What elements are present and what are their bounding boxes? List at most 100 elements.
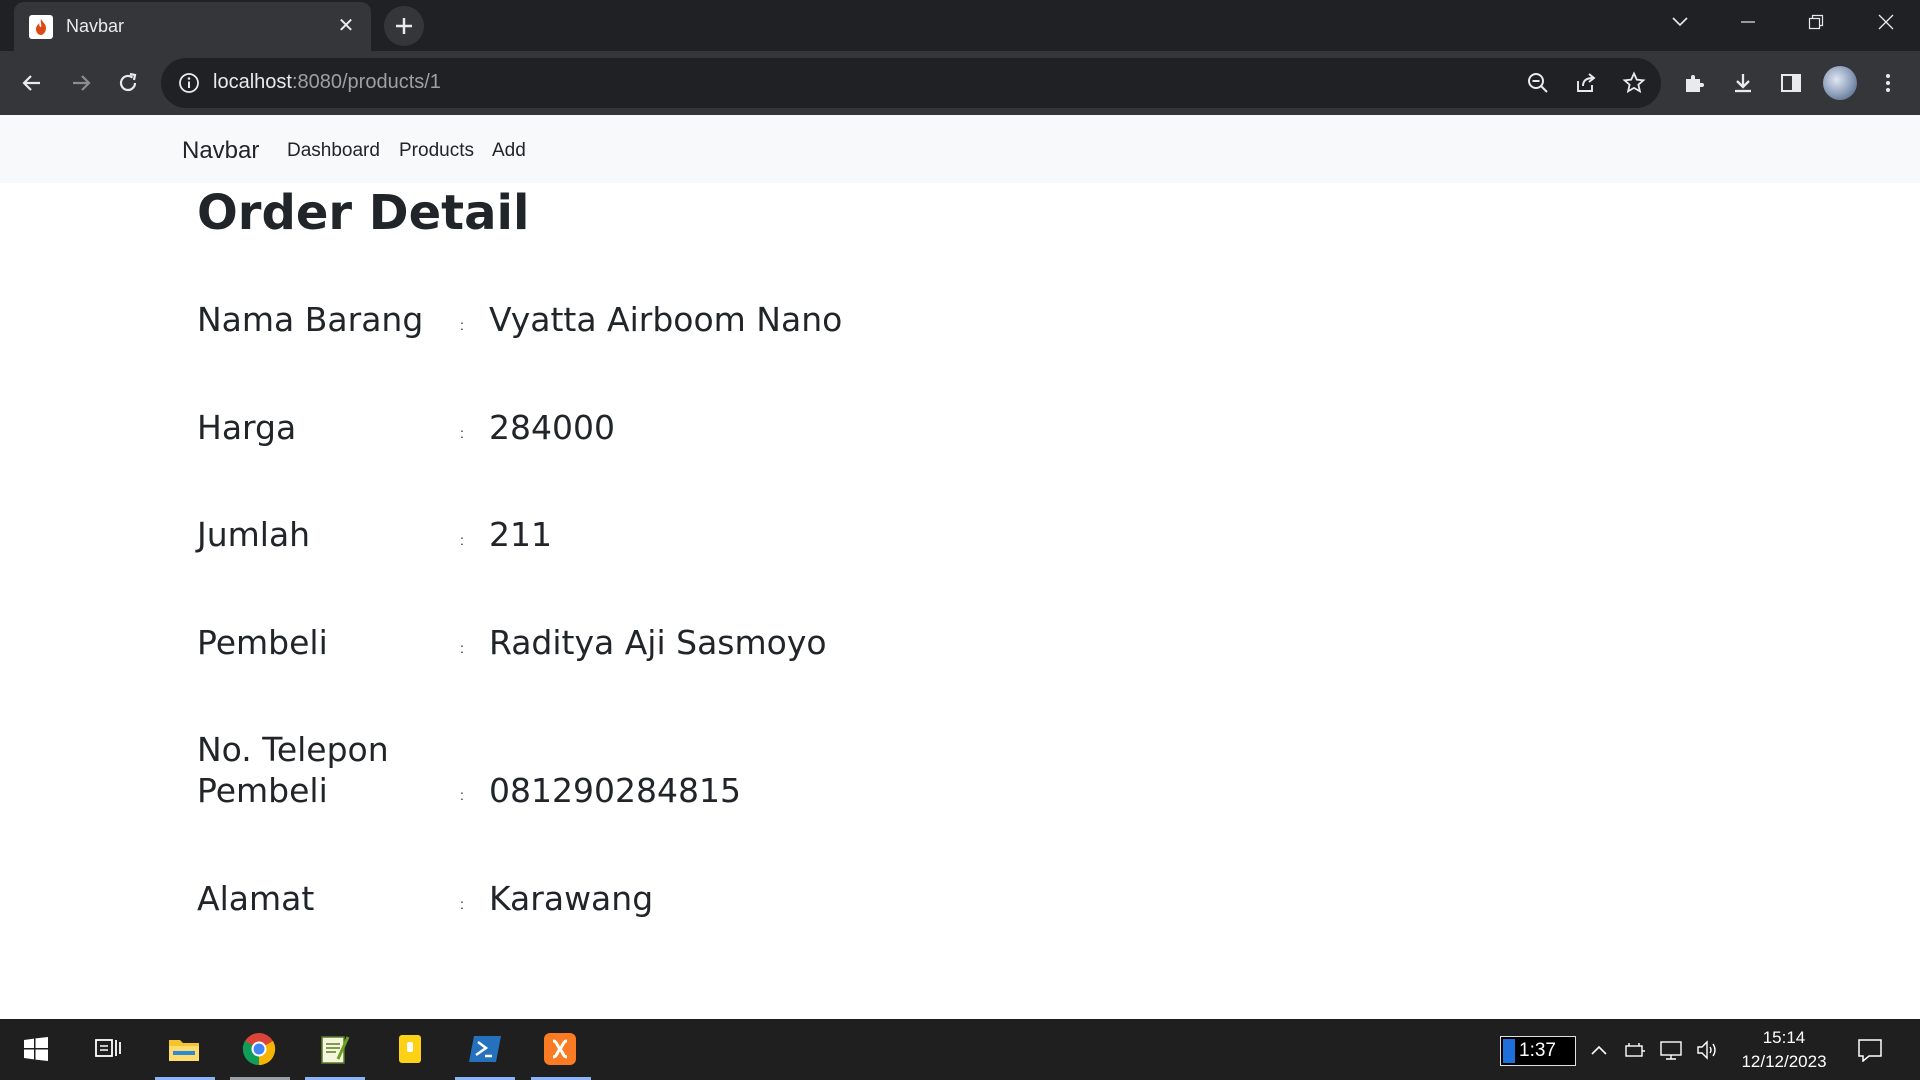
detail-colon: : [460,896,464,912]
page-title: Order Detail [197,185,530,241]
detail-colon: : [460,532,464,548]
detail-label: Jumlah [197,515,311,554]
url-path: :8080/products/1 [291,71,441,93]
detail-colon: : [460,787,464,803]
windows-logo-icon [24,1037,48,1061]
tab-close-icon[interactable]: ✕ [335,15,357,37]
detail-value: Vyatta Airboom Nano [489,300,843,339]
nav-link-products[interactable]: Products [399,140,474,162]
share-button[interactable] [1573,70,1599,96]
address-bar[interactable]: localhost:8080/products/1 [161,58,1661,108]
forward-button[interactable] [67,69,95,97]
folder-icon [169,1040,199,1061]
restore-button[interactable] [1792,6,1840,38]
battery-fill [1503,1039,1515,1063]
detail-value: 211 [489,515,552,554]
detail-value: 284000 [489,408,615,447]
close-icon [1878,14,1894,30]
nav-link-dashboard[interactable]: Dashboard [287,140,380,162]
reload-icon [119,72,137,92]
extensions-button[interactable] [1680,69,1708,97]
taskbar-notepad-plus[interactable] [314,1029,354,1069]
star-icon [1622,71,1646,94]
taskbar-powershell[interactable] [465,1029,505,1069]
reload-button[interactable] [114,69,142,97]
taskbar-clock[interactable]: 15:14 12/12/2023 [1734,1026,1834,1074]
chevron-up-icon [1591,1045,1607,1055]
windows-taskbar: 1:37 15:14 12/12/2023 [0,1019,1920,1080]
tab-title: Navbar [66,16,125,36]
detail-label: Harga [197,408,297,447]
minimize-button[interactable] [1724,6,1772,38]
zoom-out-icon [1528,73,1548,93]
codeigniter-flame-icon [29,15,53,39]
site-navbar: Navbar Dashboard Products Add [0,115,1920,183]
web-page: Navbar Dashboard Products Add Order Deta… [0,115,1920,1019]
tab-strip: Navbar ✕ [0,0,1920,51]
taskbar-xampp[interactable] [540,1029,580,1069]
download-icon [1735,74,1751,93]
chrome-icon [242,1033,276,1066]
tab-search-button[interactable] [1656,6,1704,38]
taskbar-sticky-notes[interactable] [390,1029,430,1069]
xampp-icon [544,1033,576,1065]
detail-label: Alamat [197,879,315,918]
site-info-icon[interactable] [177,71,201,95]
share-icon [1577,73,1596,92]
plus-icon [396,18,412,34]
new-tab-button[interactable] [384,6,424,46]
detail-label: Pembeli [197,623,328,662]
side-panel-icon [1781,74,1801,92]
browser-toolbar: localhost:8080/products/1 [0,51,1920,115]
url-text[interactable]: localhost:8080/products/1 [213,71,441,94]
detail-label: No. Telepon Pembeli [197,730,389,810]
nav-link-add[interactable]: Add [492,140,526,162]
url-host: localhost [213,71,292,93]
taskbar-chrome[interactable] [239,1029,279,1069]
detail-value: Raditya Aji Sasmoyo [489,623,827,662]
power-plug-icon [1625,1043,1645,1057]
battery-time: 1:37 [1519,1040,1556,1061]
browser-menu-button[interactable] [1874,69,1902,97]
speaker-icon [1697,1040,1716,1060]
downloads-button[interactable] [1729,69,1757,97]
detail-label: Nama Barang [197,300,424,339]
start-button[interactable] [16,1029,56,1069]
volume-tray-button[interactable] [1694,1037,1720,1063]
puzzle-icon [1686,75,1704,92]
minimize-icon [1741,21,1755,23]
arrow-right-icon [73,75,91,91]
show-hidden-icons-button[interactable] [1586,1037,1612,1063]
power-tray-button[interactable] [1622,1037,1648,1063]
detail-value: Karawang [489,879,654,918]
navbar-brand[interactable]: Navbar [182,137,259,165]
arrow-left-icon [22,75,40,91]
sticky-note-icon [399,1035,421,1063]
zoom-button[interactable] [1525,70,1551,96]
task-view-icon [95,1039,121,1057]
action-center-button[interactable] [1857,1037,1883,1063]
task-view-button[interactable] [88,1029,128,1069]
clock-date: 12/12/2023 [1741,1052,1827,1071]
network-tray-button[interactable] [1658,1037,1684,1063]
detail-colon: : [460,425,464,441]
notepad-plus-icon [321,1036,350,1064]
powershell-icon [469,1036,501,1062]
close-window-button[interactable] [1862,6,1910,38]
back-button[interactable] [18,69,46,97]
battery-timer[interactable]: 1:37 [1500,1036,1576,1066]
detail-colon: : [460,640,464,656]
kebab-menu-icon [1886,74,1890,92]
clock-time: 15:14 [1762,1028,1806,1047]
profile-avatar[interactable] [1823,66,1857,100]
browser-tab[interactable]: Navbar ✕ [14,2,371,51]
detail-value: 081290284815 [489,771,741,810]
chevron-down-icon [1672,17,1688,27]
taskbar-file-explorer[interactable] [164,1029,204,1069]
notification-icon [1858,1039,1882,1062]
detail-colon: : [460,317,464,333]
bookmark-button[interactable] [1621,70,1647,96]
network-icon [1660,1041,1682,1060]
restore-icon [1808,14,1824,30]
side-panel-button[interactable] [1777,69,1805,97]
